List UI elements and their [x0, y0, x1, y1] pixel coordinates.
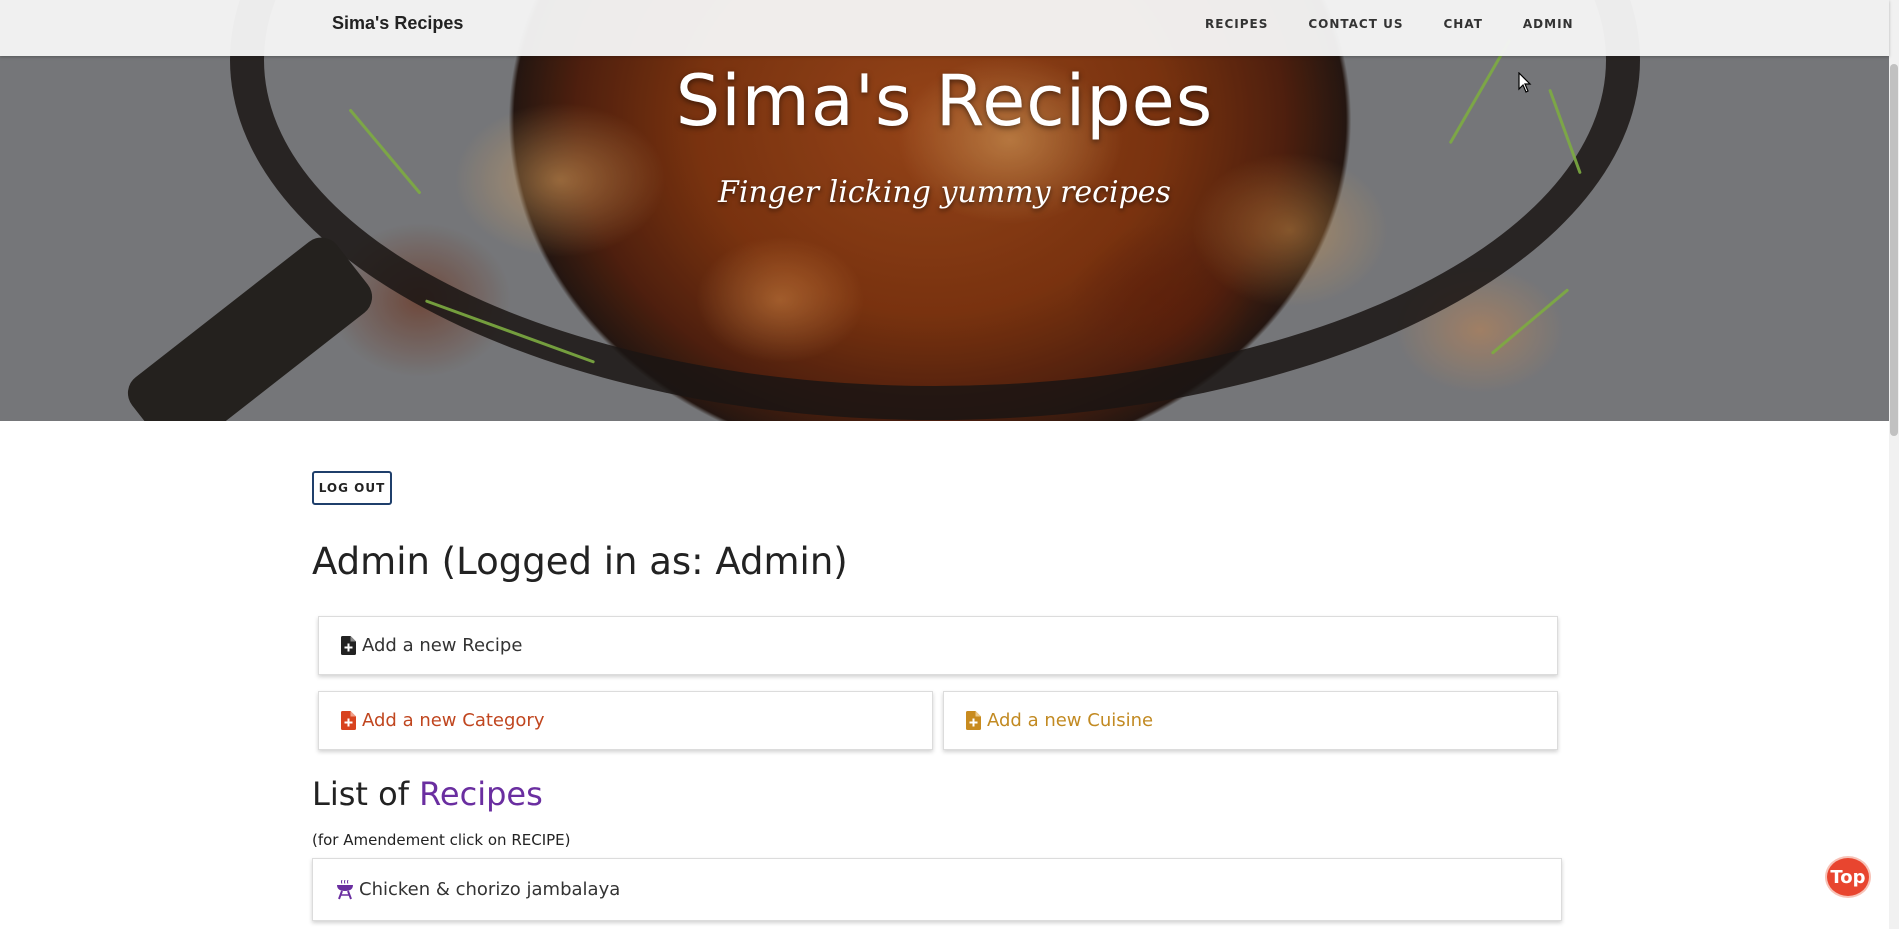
nav-link-chat[interactable]: CHAT: [1444, 17, 1483, 31]
navbar: Sima's Recipes RECIPES CONTACT US CHAT A…: [0, 0, 1889, 56]
recipe-title: Chicken & chorizo jambalaya: [359, 879, 621, 900]
file-plus-icon: [966, 711, 981, 730]
logout-button[interactable]: LOG OUT: [312, 471, 392, 505]
bbq-grill-icon: [337, 879, 353, 899]
recipes-list-heading: List of Recipes: [312, 775, 543, 813]
add-cuisine-label: Add a new Cuisine: [987, 710, 1154, 731]
add-category-button[interactable]: Add a new Category: [318, 691, 933, 750]
mouse-cursor-icon: [1518, 72, 1532, 93]
hero-title: Sima's Recipes: [675, 60, 1214, 142]
recipe-list-item[interactable]: Chicken & chorizo jambalaya: [312, 858, 1562, 921]
scrollbar-thumb[interactable]: [1890, 64, 1898, 436]
nav-link-contact-us[interactable]: CONTACT US: [1308, 17, 1403, 31]
add-recipe-label: Add a new Recipe: [362, 635, 523, 656]
page: Sima's Recipes Finger licking yummy reci…: [0, 0, 1899, 929]
heading-accent: Recipes: [419, 775, 543, 813]
scroll-top-button[interactable]: Top: [1827, 858, 1869, 896]
nav-links: RECIPES CONTACT US CHAT ADMIN: [1205, 17, 1614, 31]
heading-prefix: List of: [312, 775, 409, 813]
page-scrollbar[interactable]: [1889, 0, 1899, 929]
hero-subtitle: Finger licking yummy recipes: [718, 175, 1171, 210]
navbar-brand[interactable]: Sima's Recipes: [332, 13, 463, 34]
add-category-label: Add a new Category: [362, 710, 545, 731]
nav-link-recipes[interactable]: RECIPES: [1205, 17, 1268, 31]
admin-heading: Admin (Logged in as: Admin): [312, 540, 848, 583]
amendment-note: (for Amendement click on RECIPE): [312, 831, 571, 849]
hero-banner: Sima's Recipes Finger licking yummy reci…: [0, 0, 1889, 421]
file-plus-icon: [341, 636, 356, 655]
file-plus-icon: [341, 711, 356, 730]
add-cuisine-button[interactable]: Add a new Cuisine: [943, 691, 1558, 750]
nav-link-admin[interactable]: ADMIN: [1523, 17, 1574, 31]
add-recipe-button[interactable]: Add a new Recipe: [318, 616, 1558, 675]
